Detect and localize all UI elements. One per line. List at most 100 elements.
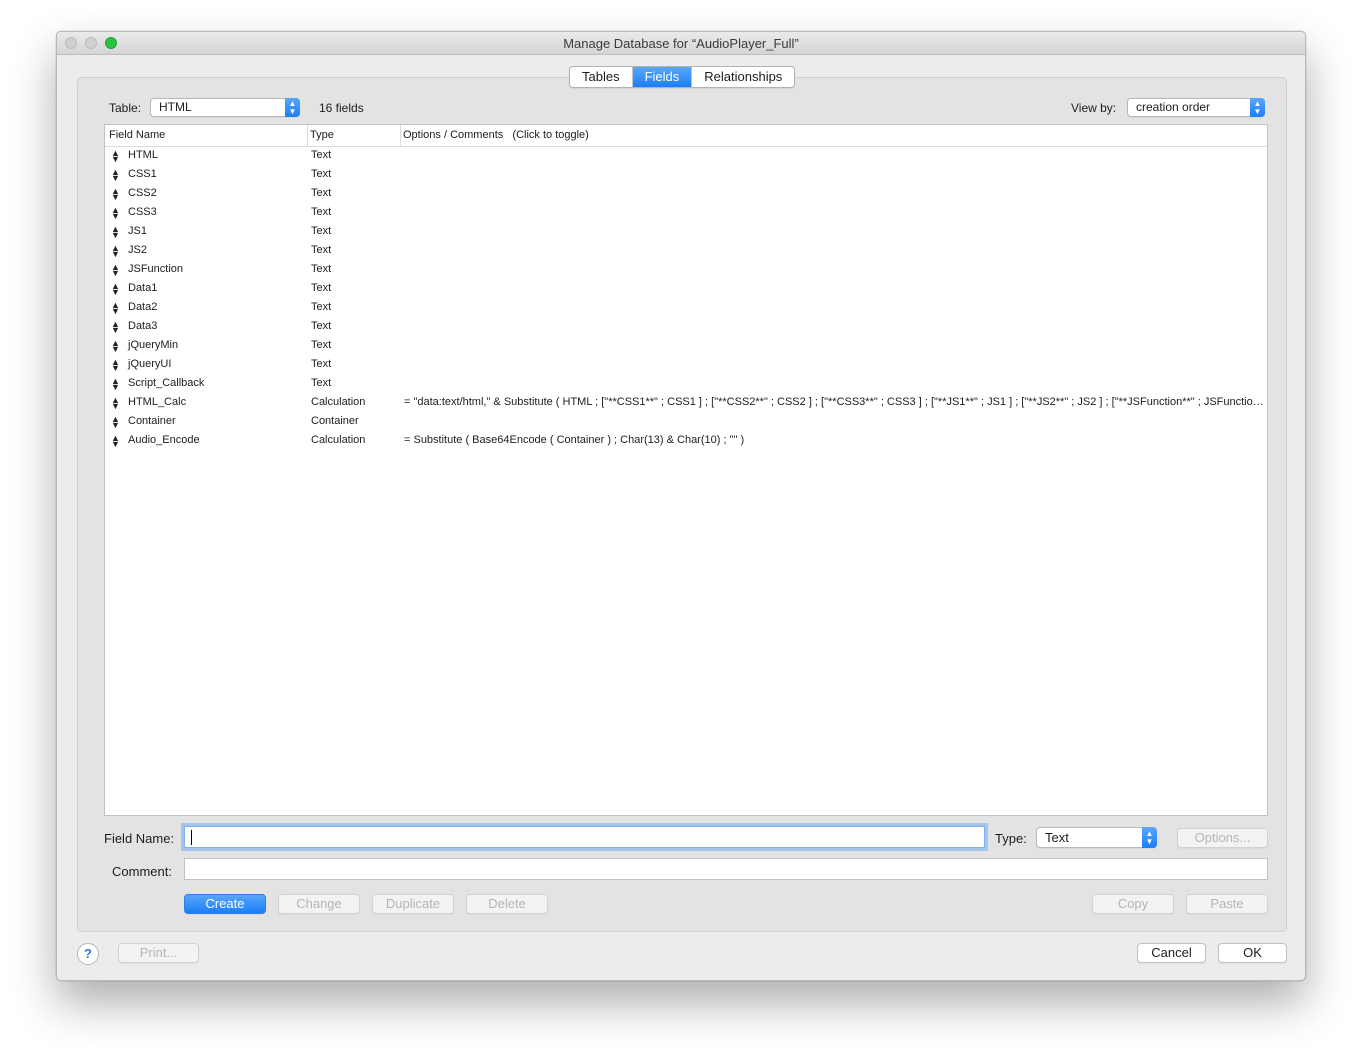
table-row[interactable]: ▲ ▼ Container Container (105, 413, 1267, 432)
table-select-value: HTML (159, 100, 192, 114)
text-caret (191, 830, 192, 845)
comment-label: Comment: (112, 864, 172, 879)
reorder-handle-icon[interactable]: ▲ ▼ (111, 396, 120, 411)
column-divider[interactable] (307, 125, 308, 147)
table-row[interactable]: ▲ ▼ jQueryUI Text (105, 356, 1267, 375)
table-row[interactable]: ▲ ▼ Data2 Text (105, 299, 1267, 318)
table-row[interactable]: ▲ ▼ HTML_Calc Calculation = "data:text/html,… (105, 394, 1267, 413)
copy-button[interactable]: Copy (1092, 894, 1174, 914)
field-type-cell: Text (311, 225, 332, 237)
select-arrows-icon: ▲ ▼ (1250, 98, 1265, 117)
reorder-handle-icon[interactable]: ▲ ▼ (111, 225, 120, 240)
field-name-cell: Audio_Encode (128, 434, 200, 446)
fields-panel: Table: HTML ▲ ▼ 16 fields View by: creati… (77, 77, 1287, 932)
view-by-select-value: creation order (1136, 100, 1211, 114)
duplicate-button[interactable]: Duplicate (372, 894, 454, 914)
field-name-cell: jQueryUI (128, 358, 172, 370)
reorder-handle-icon[interactable]: ▲ ▼ (111, 301, 120, 316)
table-row[interactable]: ▲ ▼ Data3 Text (105, 318, 1267, 337)
table-row[interactable]: ▲ ▼ Data1 Text (105, 280, 1267, 299)
field-type-cell: Text (311, 206, 332, 218)
reorder-handle-icon[interactable]: ▲ ▼ (111, 187, 120, 202)
reorder-handle-icon[interactable]: ▲ ▼ (111, 434, 120, 449)
paste-button[interactable]: Paste (1186, 894, 1268, 914)
field-type-cell: Container (311, 415, 359, 427)
table-row[interactable]: ▲ ▼ JSFunction Text (105, 261, 1267, 280)
field-name-cell: Data2 (128, 301, 158, 313)
tab-relationships[interactable]: Relationships (691, 67, 794, 87)
options-button[interactable]: Options... (1177, 828, 1268, 848)
table-row[interactable]: ▲ ▼ Audio_Encode Calculation = Substitute ( … (105, 432, 1267, 451)
field-type-cell: Text (311, 244, 332, 256)
reorder-handle-icon[interactable]: ▲ ▼ (111, 339, 120, 354)
reorder-handle-icon[interactable]: ▲ ▼ (111, 168, 120, 183)
ok-button[interactable]: OK (1218, 943, 1287, 963)
reorder-handle-icon[interactable]: ▲ ▼ (111, 149, 120, 164)
field-type-cell: Text (311, 282, 332, 294)
window-title: Manage Database for “AudioPlayer_Full” (563, 36, 799, 51)
title-bar[interactable]: Manage Database for “AudioPlayer_Full” (57, 32, 1305, 55)
table-select[interactable]: HTML ▲ ▼ (150, 98, 300, 117)
field-name-input[interactable] (184, 826, 985, 848)
column-header-type[interactable]: Type (310, 129, 334, 141)
help-icon[interactable]: ? (77, 943, 99, 965)
change-button[interactable]: Change (278, 894, 360, 914)
field-type-cell: Text (311, 301, 332, 313)
print-button[interactable]: Print... (118, 943, 199, 963)
reorder-handle-icon[interactable]: ▲ ▼ (111, 377, 120, 392)
reorder-handle-icon[interactable]: ▲ ▼ (111, 320, 120, 335)
field-name-cell: jQueryMin (128, 339, 179, 351)
field-type-cell: Text (311, 339, 332, 351)
reorder-handle-icon[interactable]: ▲ ▼ (111, 244, 120, 259)
tab-tables[interactable]: Tables (570, 67, 632, 87)
reorder-handle-icon[interactable]: ▲ ▼ (111, 206, 120, 221)
table-row[interactable]: ▲ ▼ CSS1 Text (105, 166, 1267, 185)
field-name-cell: CSS1 (128, 168, 157, 180)
column-divider[interactable] (400, 125, 401, 147)
select-arrows-icon: ▲ ▼ (285, 98, 300, 117)
reorder-handle-icon[interactable]: ▲ ▼ (111, 415, 120, 430)
field-type-cell: Text (311, 377, 332, 389)
type-select-value: Text (1045, 830, 1069, 845)
table-row[interactable]: ▲ ▼ CSS2 Text (105, 185, 1267, 204)
field-type-cell: Text (311, 187, 332, 199)
reorder-handle-icon[interactable]: ▲ ▼ (111, 358, 120, 373)
table-row[interactable]: ▲ ▼ jQueryMin Text (105, 337, 1267, 356)
reorder-handle-icon[interactable]: ▲ ▼ (111, 282, 120, 297)
column-header-options[interactable]: Options / Comments (Click to toggle) (403, 129, 589, 141)
field-list[interactable]: Field Name Type Options / Comments (Clic… (104, 124, 1268, 816)
field-name-cell: JS1 (128, 225, 147, 237)
delete-button[interactable]: Delete (466, 894, 548, 914)
field-type-cell: Text (311, 149, 332, 161)
field-name-cell: CSS2 (128, 187, 157, 199)
table-row[interactable]: ▲ ▼ CSS3 Text (105, 204, 1267, 223)
field-type-cell: Calculation (311, 434, 366, 446)
field-name-cell: Script_Callback (128, 377, 205, 389)
type-label: Type: (995, 831, 1027, 846)
column-header-field-name[interactable]: Field Name (109, 129, 165, 141)
field-name-cell: HTML (128, 149, 158, 161)
field-name-cell: Data3 (128, 320, 158, 332)
tab-fields[interactable]: Fields (631, 67, 692, 87)
manage-database-window: Manage Database for “AudioPlayer_Full” T… (56, 31, 1306, 981)
field-type-cell: Text (311, 358, 332, 370)
field-name-cell: JS2 (128, 244, 147, 256)
table-row[interactable]: ▲ ▼ JS1 Text (105, 223, 1267, 242)
table-row[interactable]: ▲ ▼ JS2 Text (105, 242, 1267, 261)
comment-input[interactable] (184, 858, 1268, 880)
field-type-cell: Text (311, 168, 332, 180)
field-type-cell: Text (311, 320, 332, 332)
reorder-handle-icon[interactable]: ▲ ▼ (111, 263, 120, 278)
view-by-select[interactable]: creation order ▲ ▼ (1127, 98, 1265, 117)
field-name-cell: Container (128, 415, 176, 427)
table-row[interactable]: ▲ ▼ Script_Callback Text (105, 375, 1267, 394)
field-type-cell: Text (311, 263, 332, 275)
field-name-cell: HTML_Calc (128, 396, 187, 408)
type-select[interactable]: Text ▲ ▼ (1036, 827, 1157, 848)
field-options-cell[interactable]: = "data:text/html," & Substitute ( HTML … (404, 396, 1264, 408)
cancel-button[interactable]: Cancel (1137, 943, 1206, 963)
field-count: 16 fields (319, 101, 364, 115)
table-row[interactable]: ▲ ▼ HTML Text (105, 147, 1267, 166)
field-options-cell[interactable]: = Substitute ( Base64Encode ( Container … (404, 434, 1264, 446)
create-button[interactable]: Create (184, 894, 266, 914)
